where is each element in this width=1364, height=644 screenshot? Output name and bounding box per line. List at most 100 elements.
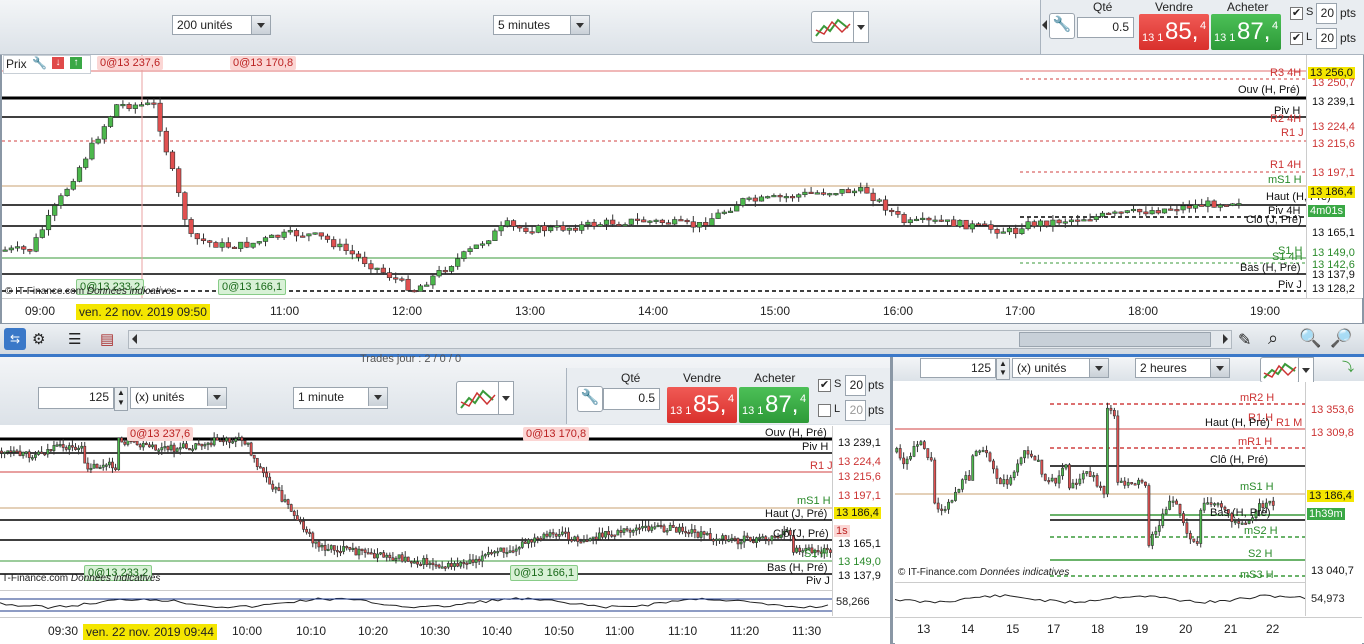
candle xyxy=(1195,541,1199,544)
br-interval-select[interactable]: 2 heures xyxy=(1135,358,1230,378)
bl-interval-select[interactable]: 1 minute xyxy=(293,387,388,409)
candle xyxy=(678,219,684,222)
candle xyxy=(721,211,727,214)
list-icon[interactable]: ☰ xyxy=(68,330,81,348)
limit-label: L xyxy=(1306,31,1313,43)
candle xyxy=(687,532,691,535)
zoom-in-icon[interactable]: 🔎 xyxy=(1330,328,1352,349)
candle xyxy=(225,437,228,442)
qty-spinner-icon[interactable]: ▲ ▼ xyxy=(996,358,1010,380)
time-tick: 20 xyxy=(1179,622,1193,636)
indicator-icon[interactable]: ⚙ xyxy=(32,330,45,348)
candle xyxy=(988,224,994,230)
candle xyxy=(576,536,580,542)
bl-stop-checkbox[interactable]: ✔ xyxy=(818,379,831,392)
br-chart-type-button[interactable] xyxy=(1260,357,1300,383)
bl-qty-ticket-input[interactable]: 0.5 xyxy=(603,388,660,410)
br-chart-type-dropdown[interactable] xyxy=(1298,357,1314,383)
horizontal-scrollbar[interactable] xyxy=(128,330,1232,349)
candle xyxy=(154,444,158,451)
candle xyxy=(1099,485,1102,488)
buy-button[interactable]: 13 1 87, 4 xyxy=(1211,14,1281,50)
order-tag[interactable]: 0@13 237,6 xyxy=(127,427,194,441)
qty-spinner-icon[interactable]: ▲ ▼ xyxy=(114,387,128,411)
countdown-badge: 1s xyxy=(834,525,850,537)
candle xyxy=(963,219,969,230)
candle xyxy=(349,250,355,255)
top-qty-select[interactable]: 200 unités xyxy=(172,15,271,35)
stop-label: S xyxy=(834,378,842,390)
share-icon[interactable]: ⇆ xyxy=(4,328,26,350)
qty-label: Qté xyxy=(621,371,641,385)
candle xyxy=(343,243,349,252)
candle xyxy=(1031,221,1037,227)
scrollbar-thumb[interactable] xyxy=(1019,332,1211,347)
bl-chart-type-button[interactable] xyxy=(456,381,500,415)
limit-pts-input[interactable]: 20 xyxy=(1316,28,1337,49)
order-tag[interactable]: 0@13 166,1 xyxy=(510,565,579,581)
candle xyxy=(582,539,586,543)
wrench-icon[interactable]: 🔧 xyxy=(32,56,47,70)
buy-arrow-icon[interactable]: ↑ xyxy=(70,57,82,69)
crosshair-icon[interactable]: ✎ xyxy=(1238,330,1251,350)
candle xyxy=(1012,471,1016,478)
order-tag[interactable]: 0@13 237,6 xyxy=(97,56,164,70)
wrench-button[interactable]: 🔧 xyxy=(1049,13,1075,39)
candle xyxy=(967,475,971,481)
scroll-left-icon[interactable] xyxy=(132,334,137,344)
chart-type-dropdown[interactable] xyxy=(853,11,869,43)
candle xyxy=(18,450,22,457)
bl-limit-checkbox[interactable] xyxy=(818,404,831,417)
candle xyxy=(631,530,635,533)
sell-button[interactable]: 13 1 85, 4 xyxy=(1139,14,1209,50)
candle xyxy=(234,438,238,442)
top-interval-select[interactable]: 5 minutes xyxy=(493,15,590,35)
candle xyxy=(40,451,44,454)
candle xyxy=(504,220,510,227)
br-qty-input[interactable]: 125 xyxy=(920,358,996,378)
candle xyxy=(277,487,281,491)
candle xyxy=(696,532,700,538)
candle xyxy=(548,226,554,232)
order-tag[interactable]: 0@13 170,8 xyxy=(523,427,590,441)
stop-checkbox[interactable]: ✔ xyxy=(1290,7,1303,20)
panel-splitter[interactable] xyxy=(890,357,893,643)
candle xyxy=(1147,485,1151,546)
candle xyxy=(597,532,601,540)
bl-qty-input[interactable]: 125 xyxy=(38,387,114,409)
bl-stop-pts-input[interactable]: 20 xyxy=(845,375,866,396)
layers-icon[interactable]: ▤ xyxy=(100,330,114,348)
stop-pts-input[interactable]: 20 xyxy=(1316,3,1337,24)
zoom-out-icon[interactable]: 🔍 xyxy=(1299,328,1321,349)
collapse-arrow-icon[interactable] xyxy=(1042,20,1047,30)
candle xyxy=(678,526,681,533)
qty-input[interactable]: 0.5 xyxy=(1077,17,1134,38)
br-unit-select[interactable]: (x) unités xyxy=(1012,358,1109,378)
bl-chart-type-dropdown[interactable] xyxy=(498,381,514,415)
zoom-fit-icon[interactable]: ⌕ xyxy=(1268,328,1278,349)
order-tag[interactable]: 0@13 170,8 xyxy=(230,56,297,70)
wrench-button[interactable]: 🔧 xyxy=(577,386,603,412)
candle xyxy=(332,545,336,551)
candle xyxy=(194,233,200,240)
candle xyxy=(858,187,864,192)
br-unit-select-value: (x) unités xyxy=(1017,361,1067,375)
bl-unit-select[interactable]: (x) unités xyxy=(130,387,227,409)
candle xyxy=(684,531,688,534)
bl-sell-button[interactable]: 13 1 85, 4 xyxy=(667,387,737,423)
candle xyxy=(591,536,595,539)
order-tag[interactable]: 0@13 166,1 xyxy=(218,279,287,295)
candle xyxy=(523,541,527,544)
scroll-right-icon[interactable] xyxy=(1223,334,1228,344)
chart-type-button[interactable] xyxy=(811,11,855,43)
panel-menu-icon[interactable]: ⤵ xyxy=(1342,358,1358,378)
limit-checkbox[interactable]: ✔ xyxy=(1290,32,1303,45)
sell-arrow-icon[interactable]: ↓ xyxy=(52,57,64,69)
candle xyxy=(269,234,275,238)
bl-buy-button[interactable]: 13 1 87, 4 xyxy=(739,387,809,423)
candle xyxy=(111,461,114,469)
price-label: 13 197,1 xyxy=(838,490,881,502)
bl-limit-pts-input[interactable]: 20 xyxy=(845,400,866,421)
top-price-chart[interactable] xyxy=(2,55,1306,298)
candle xyxy=(255,457,259,467)
